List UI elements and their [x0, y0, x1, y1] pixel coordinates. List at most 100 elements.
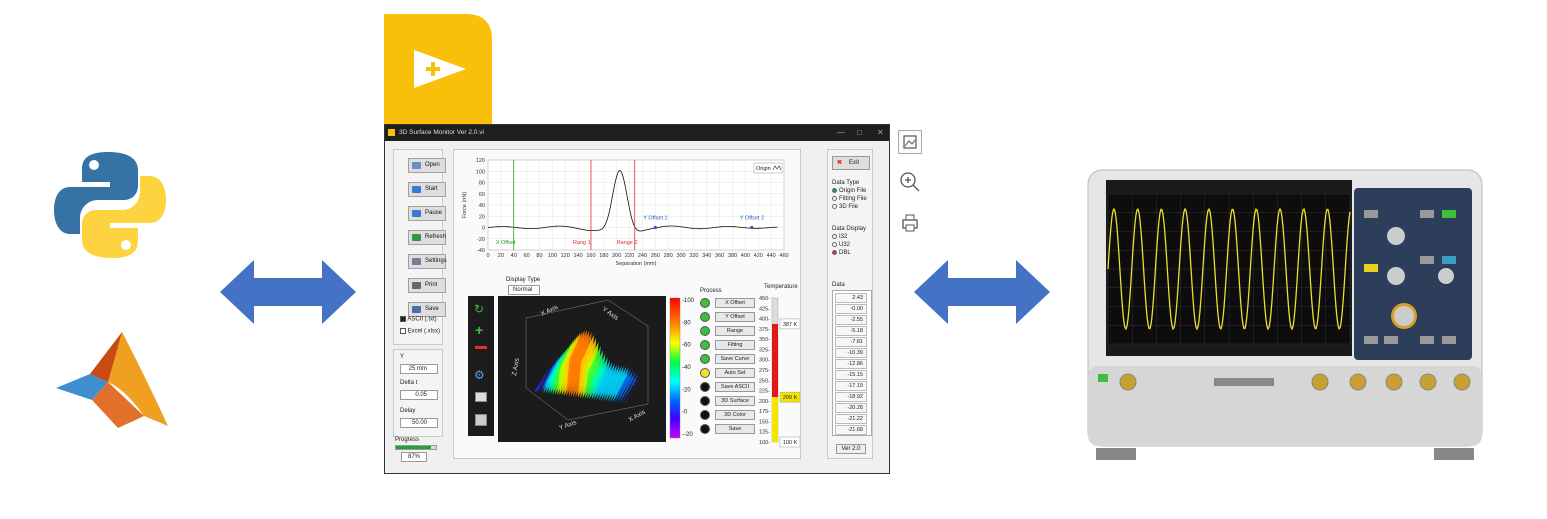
colorbar-tick-label: -0 [682, 410, 688, 416]
print-icon[interactable] [475, 392, 487, 402]
matlab-logo [56, 332, 168, 428]
x-axis-label: Separation (mm) [616, 261, 657, 267]
surface-toolbar: ↻ + ⚙ [468, 296, 494, 436]
colorbar-tick-label: -60 [682, 343, 691, 349]
process-save-button[interactable]: Save [715, 424, 755, 434]
process-auto-set-button[interactable]: Auto Set [715, 368, 755, 378]
temperature-tick-label: 325- [759, 347, 770, 353]
y-tick-label: -20 [477, 237, 485, 243]
data-type-fitting-file[interactable]: Fitting File [832, 196, 867, 202]
colorbar-tick-label: -100 [682, 298, 695, 304]
process-y-offset-button[interactable]: Y Offset [715, 312, 755, 322]
data-display-dbl[interactable]: DBL [832, 250, 851, 256]
x-tick-label: 160 [586, 253, 595, 259]
data-cell: -2.55 [835, 315, 867, 325]
open-button[interactable]: Open [408, 158, 446, 173]
data-cell: -12.86 [835, 359, 867, 369]
data-cell: -7.81 [835, 337, 867, 347]
cursor-label: Range 2 [617, 240, 638, 246]
x-tick-label: 240 [638, 253, 647, 259]
process-fitting-button[interactable]: Fitting [715, 340, 755, 350]
process-x-offset-button[interactable]: X Offset [715, 298, 755, 308]
data-type-label: Data Type [832, 180, 860, 186]
settings-button-label: Settings [425, 258, 447, 264]
colorbar-tick-label: -40 [682, 365, 691, 371]
temperature-current-value: 209 K [783, 395, 798, 401]
add-icon[interactable]: + [475, 322, 483, 338]
data-type-origin-file[interactable]: Origin File [832, 188, 866, 194]
radio-dot[interactable] [832, 188, 837, 193]
minimize-button[interactable]: — [837, 125, 845, 141]
image-tool-button[interactable] [898, 130, 922, 154]
refresh-button[interactable]: Refresh [408, 230, 446, 245]
delay-input[interactable]: 50.00 [400, 418, 438, 428]
labview-small-icon [388, 129, 395, 136]
checkbox-ascii[interactable] [400, 316, 406, 322]
start-button[interactable]: Start [408, 182, 446, 197]
x-tick-label: 280 [664, 253, 673, 259]
process-led-x-offset [700, 298, 710, 308]
process-led-save-ascii [700, 382, 710, 392]
process-save-ascii-button[interactable]: Save ASCII [715, 382, 755, 392]
close-button[interactable]: ✕ [877, 125, 884, 141]
zoom-tool-button[interactable] [898, 170, 922, 194]
process-range-button[interactable]: Range [715, 326, 755, 336]
progress-bar [395, 445, 437, 450]
x-tick-label: 380 [728, 253, 737, 259]
data-display-i32[interactable]: I32 [832, 234, 847, 240]
colorbar-tick-label: --20 [682, 432, 693, 438]
process-3d-surface-button[interactable]: 3D Surface [715, 396, 755, 406]
maximize-button[interactable]: □ [857, 125, 862, 141]
print-button[interactable]: Print [408, 278, 446, 293]
process-save-curve-button[interactable]: Save Curve [715, 354, 755, 364]
print-tool-button[interactable] [898, 210, 922, 234]
y-offset-marker[interactable] [653, 225, 657, 230]
radio-dot[interactable] [832, 196, 837, 201]
save-icon[interactable] [475, 414, 487, 426]
x-tick-label: 180 [599, 253, 608, 259]
radio-dot[interactable] [832, 250, 837, 255]
delta-input[interactable]: 0.05 [400, 390, 438, 400]
process-led-save-curve [700, 354, 710, 364]
save-button[interactable]: Save [408, 302, 446, 317]
settings-icon[interactable]: ⚙ [474, 368, 485, 382]
x-tick-label: 260 [651, 253, 660, 259]
display-type-select[interactable]: Normal [508, 285, 540, 295]
data-display-u32[interactable]: U32 [832, 242, 850, 248]
save-option-ascii[interactable]: ASCII (.txt) [400, 316, 437, 323]
radio-dot[interactable] [832, 204, 837, 209]
temperature-low-value: 100 K [783, 440, 798, 446]
surface-plot: X Axis Y AxisY AxisX AxisZ Axis [498, 296, 666, 442]
double-arrow-left [220, 260, 356, 324]
process-led-3d-surface [700, 396, 710, 406]
refresh-button-label: Refresh [425, 234, 447, 240]
data-cell: 2.43 [835, 293, 867, 303]
temperature-tick-label: 100- [759, 440, 770, 446]
labview-window: 3D Surface Monitor Ver 2.0.vi — □ ✕ Open… [384, 124, 890, 474]
pause-button[interactable]: Pause [408, 206, 446, 221]
process-3d-color-button[interactable]: 3D Color [715, 410, 755, 420]
x-tick-label: 220 [625, 253, 634, 259]
rotate-icon[interactable]: ↻ [474, 302, 484, 316]
radio-dot[interactable] [832, 234, 837, 239]
radio-label: DBL [839, 250, 851, 257]
process-led-save [700, 424, 710, 434]
y-label: Y [400, 354, 405, 360]
data-type-3d-file[interactable]: 3D File [832, 204, 858, 210]
temperature-tick-label: 425- [759, 306, 770, 312]
control-panel: Open Start Pause Refresh Settings Print Save A… [393, 149, 447, 345]
checkbox-excel[interactable] [400, 328, 406, 334]
remove-icon[interactable] [475, 346, 487, 349]
y-tick-label: 60 [479, 192, 485, 198]
radio-dot[interactable] [832, 242, 837, 247]
y-offset-marker[interactable] [750, 225, 754, 230]
python-logo [54, 152, 166, 258]
y-offset-label: Y Offset 1 [643, 216, 667, 222]
progress-fill [396, 446, 431, 449]
exit-button[interactable]: ✖ Exit [832, 156, 870, 170]
y-input[interactable]: 25 mm [400, 364, 438, 374]
save-option-excel[interactable]: Excel (.xlsx) [400, 328, 440, 335]
settings-button[interactable]: Settings [408, 254, 447, 269]
version-badge: Ver 2.0 [836, 444, 866, 454]
x-tick-label: 440 [767, 253, 776, 259]
